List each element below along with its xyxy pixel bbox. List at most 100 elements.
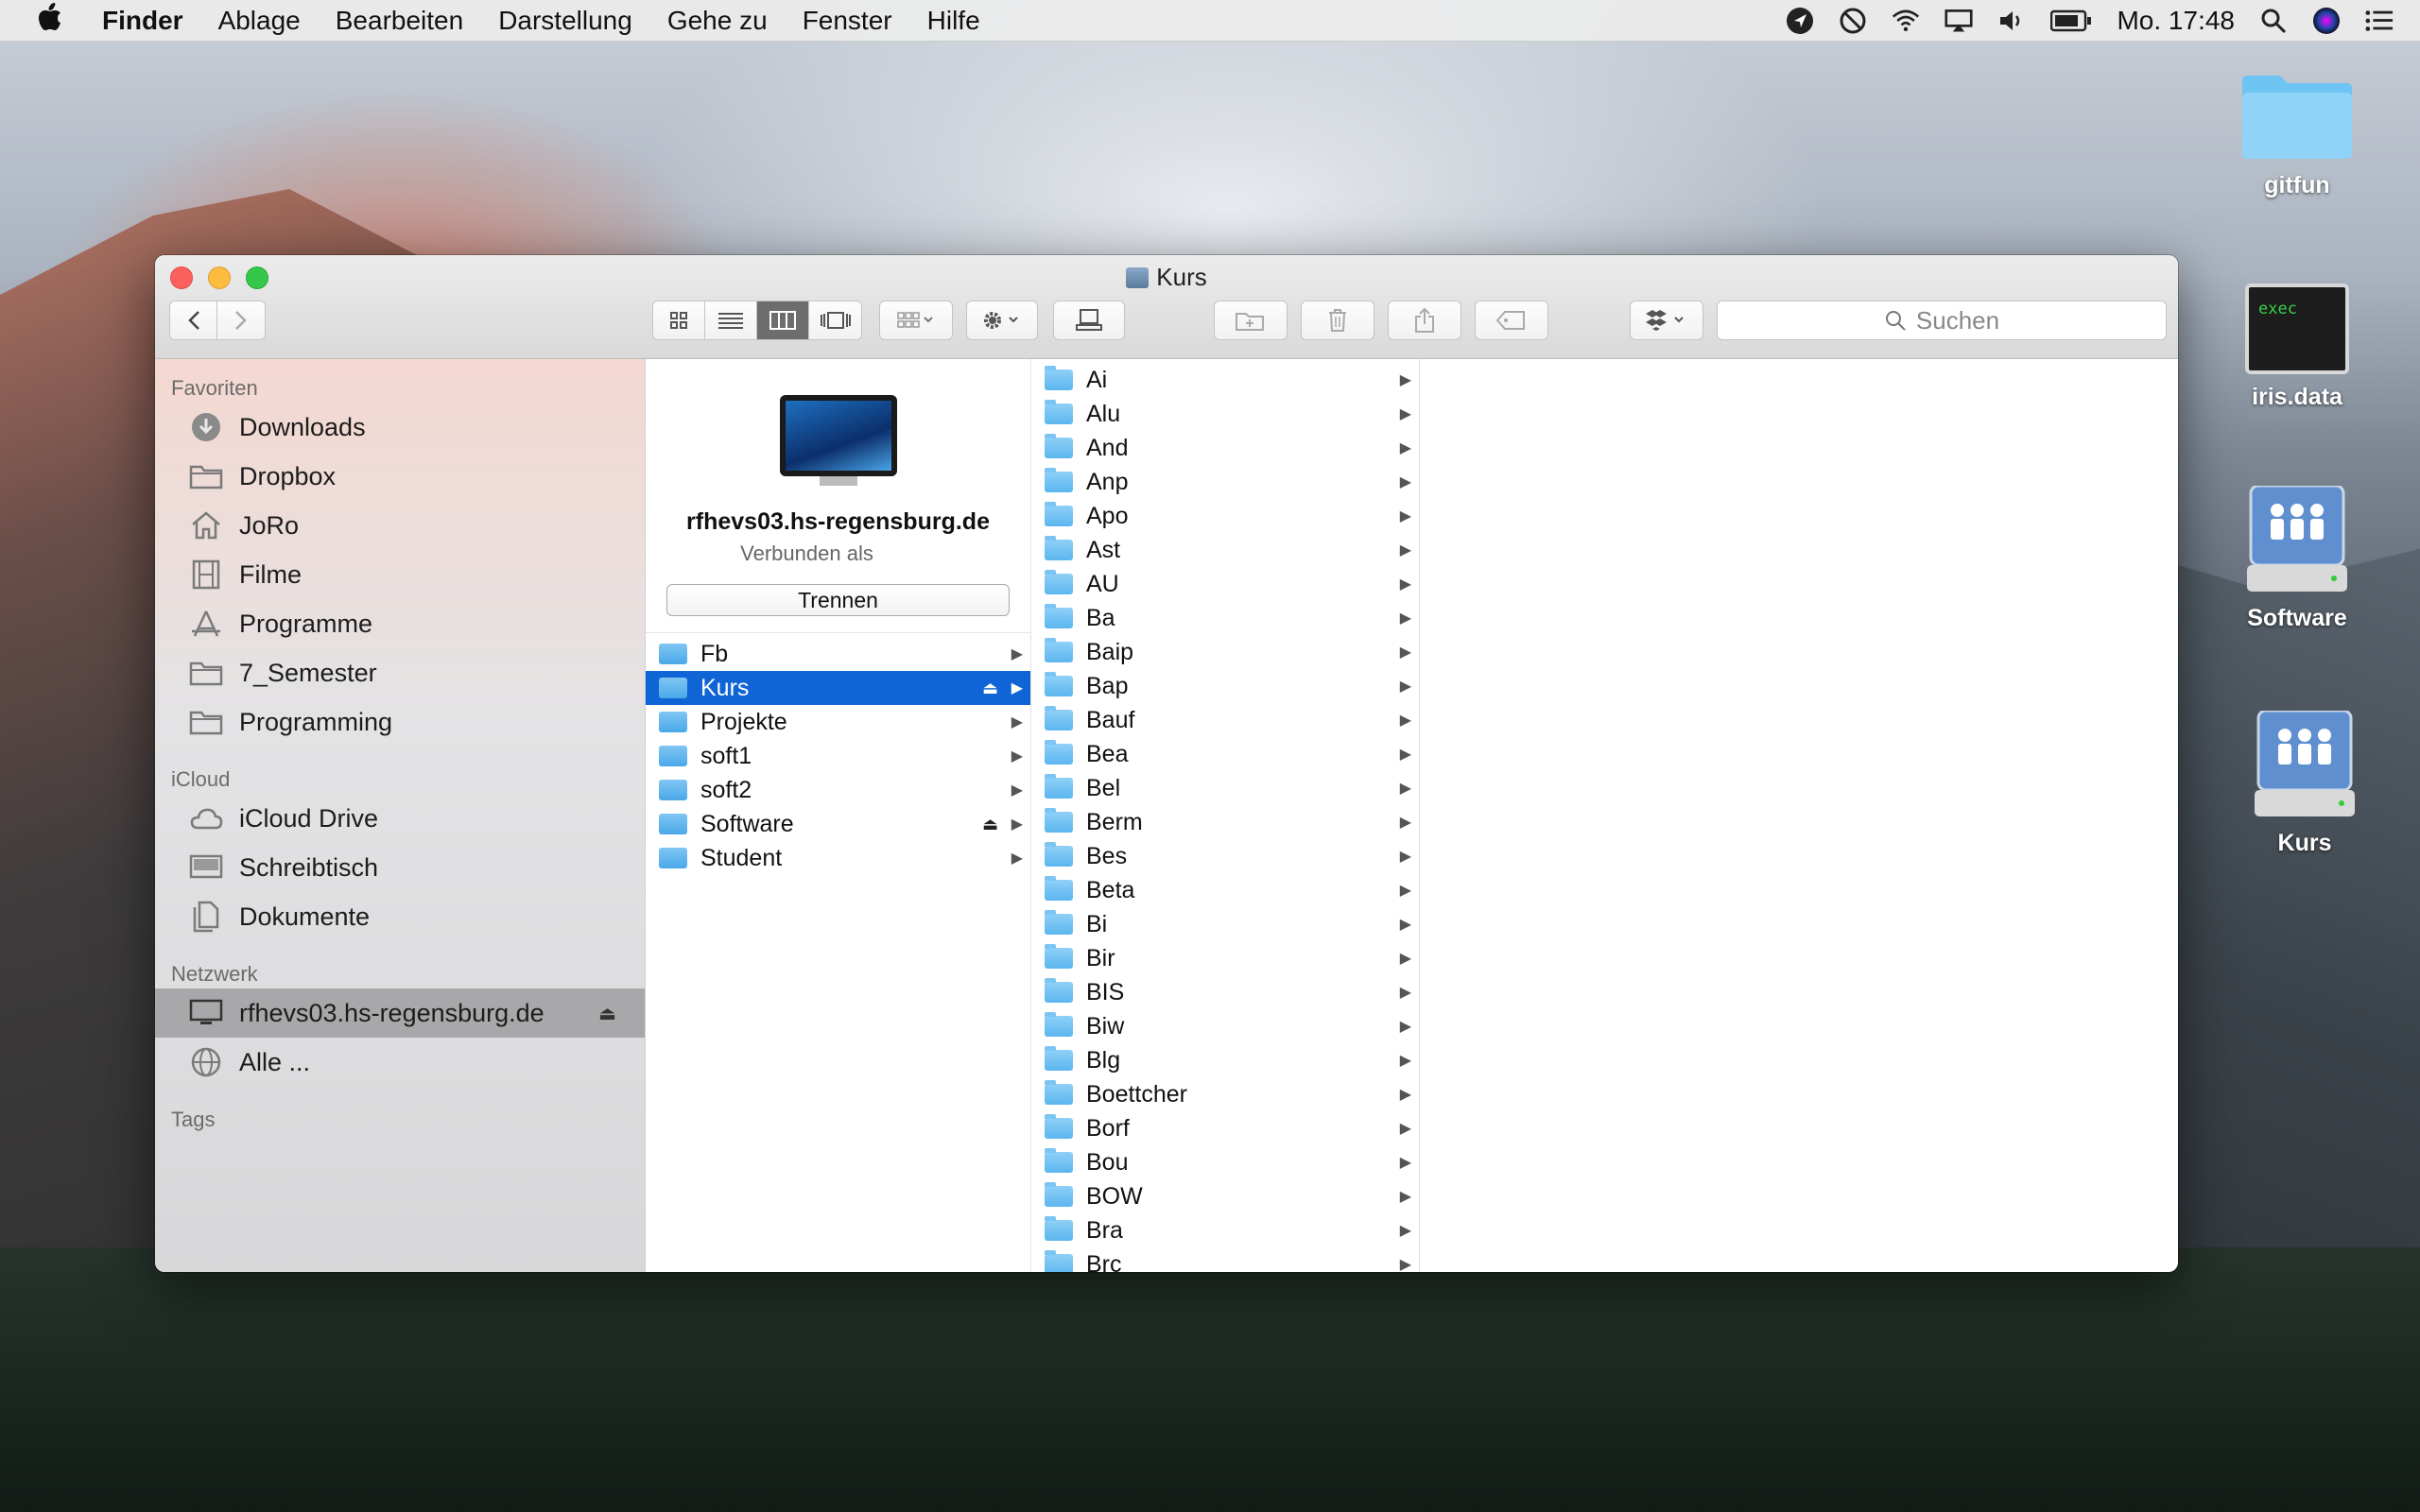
folder-row-alu[interactable]: Alu ▶ (1031, 397, 1419, 431)
cover-flow-button[interactable] (809, 301, 861, 339)
trash-button[interactable] (1301, 301, 1374, 340)
folder-row-bi[interactable]: Bi ▶ (1031, 907, 1419, 941)
notification-center-icon[interactable] (2365, 7, 2394, 35)
menu-finder[interactable]: Finder (102, 6, 183, 36)
menu-bearbeiten[interactable]: Bearbeiten (336, 6, 463, 36)
tag-button[interactable] (1475, 301, 1548, 340)
folder-row-biw[interactable]: Biw ▶ (1031, 1009, 1419, 1043)
menubar-clock[interactable]: Mo. 17:48 (2117, 6, 2235, 36)
sidebar-item-filme[interactable]: Filme (155, 550, 645, 599)
folder-row-beta[interactable]: Beta ▶ (1031, 873, 1419, 907)
sidebar-item-schreibtisch[interactable]: Schreibtisch (155, 843, 645, 892)
airplay-icon[interactable] (1945, 7, 1974, 35)
folder-row-bel[interactable]: Bel ▶ (1031, 771, 1419, 805)
folder-icon (1045, 774, 1073, 799)
eject-icon[interactable]: ⏏ (982, 679, 998, 698)
sidebar-item-label: Programming (239, 707, 393, 736)
menu-ablage[interactable]: Ablage (218, 6, 301, 36)
desktop-icon-kurs[interactable]: Kurs (2220, 709, 2390, 857)
icon-view-button[interactable] (653, 301, 705, 339)
folder-row-bow[interactable]: BOW ▶ (1031, 1179, 1419, 1213)
sidebar-item-downloads[interactable]: Downloads (155, 403, 645, 452)
sidebar-item-dropbox[interactable]: Dropbox (155, 452, 645, 501)
forward-button[interactable] (217, 301, 265, 339)
sidebar-item-alle[interactable]: Alle ... (155, 1038, 645, 1087)
sidebar-item-dokumente[interactable]: Dokumente (155, 892, 645, 941)
action-menu-button[interactable] (966, 301, 1038, 340)
folder-row-label: Bra (1086, 1216, 1123, 1244)
eject-icon[interactable]: ⏏ (982, 815, 998, 834)
share-row-fb[interactable]: Fb ▶ (646, 637, 1030, 671)
share-row-projekte[interactable]: Projekte ▶ (646, 705, 1030, 739)
folder-row-brc[interactable]: Brc ▶ (1031, 1247, 1419, 1272)
sidebar-item-programming[interactable]: Programming (155, 697, 645, 747)
desktop-icon-iris-data[interactable]: exec iris.data (2212, 284, 2382, 411)
folder-row-borf[interactable]: Borf ▶ (1031, 1111, 1419, 1145)
folder-row-bis[interactable]: BIS ▶ (1031, 975, 1419, 1009)
eject-icon[interactable]: ⏏ (598, 1002, 616, 1025)
dropbox-button[interactable] (1630, 301, 1703, 340)
folder-icon (1045, 808, 1073, 833)
folder-row-bra[interactable]: Bra ▶ (1031, 1213, 1419, 1247)
desktop-icon-gitfun[interactable]: gitfun (2212, 68, 2382, 199)
arrange-button[interactable] (879, 301, 953, 340)
sidebar-item-icloud-drive[interactable]: iCloud Drive (155, 794, 645, 843)
folder-row-boettcher[interactable]: Boettcher ▶ (1031, 1077, 1419, 1111)
column-view-button[interactable] (757, 301, 809, 339)
share-row-soft1[interactable]: soft1 ▶ (646, 739, 1030, 773)
folder-row-baip[interactable]: Baip ▶ (1031, 635, 1419, 669)
folder-row-bes[interactable]: Bes ▶ (1031, 839, 1419, 873)
menu-gehe-zu[interactable]: Gehe zu (667, 6, 768, 36)
window-title-text: Kurs (1156, 263, 1207, 291)
view-mode-control (652, 301, 862, 340)
share-row-kurs[interactable]: Kurs ⏏ ▶ (646, 671, 1030, 705)
folder-row-apo[interactable]: Apo ▶ (1031, 499, 1419, 533)
folder-row-ai[interactable]: Ai ▶ (1031, 363, 1419, 397)
menu-darstellung[interactable]: Darstellung (498, 6, 632, 36)
share-row-software[interactable]: Software ⏏ ▶ (646, 807, 1030, 841)
sidebar-item-programme[interactable]: Programme (155, 599, 645, 648)
folder-row-blg[interactable]: Blg ▶ (1031, 1043, 1419, 1077)
share-row-soft2[interactable]: soft2 ▶ (646, 773, 1030, 807)
battery-icon[interactable] (2050, 7, 2092, 35)
trash-icon (1329, 309, 1346, 332)
folder-row-ba[interactable]: Ba ▶ (1031, 601, 1419, 635)
location-icon[interactable] (1786, 7, 1814, 35)
sidebar-item-7-semester[interactable]: 7_Semester (155, 648, 645, 697)
apple-menu-icon[interactable] (38, 2, 76, 39)
folder-row-bou[interactable]: Bou ▶ (1031, 1145, 1419, 1179)
new-folder-button[interactable] (1214, 301, 1288, 340)
do-not-disturb-icon[interactable] (1839, 7, 1867, 35)
exec-badge: exec (2258, 300, 2297, 318)
share-row-student[interactable]: Student ▶ (646, 841, 1030, 875)
spotlight-search-icon[interactable] (2259, 7, 2288, 35)
sidebar-item-rfhevs03[interactable]: rfhevs03.hs-regensburg.de ⏏ (155, 988, 645, 1038)
back-button[interactable] (170, 301, 217, 339)
folder-row-ast[interactable]: Ast ▶ (1031, 533, 1419, 567)
sidebar-item-joro[interactable]: JoRo (155, 501, 645, 550)
search-field[interactable]: Suchen (1717, 301, 2167, 340)
volume-icon[interactable] (1997, 7, 2026, 35)
folder-row-label: BIS (1086, 978, 1125, 1005)
folder-row-and[interactable]: And ▶ (1031, 431, 1419, 465)
folder-row-au[interactable]: AU ▶ (1031, 567, 1419, 601)
disclosure-arrow-icon: ▶ (1399, 1019, 1411, 1035)
connect-server-button[interactable] (1053, 301, 1125, 340)
folder-row-anp[interactable]: Anp ▶ (1031, 465, 1419, 499)
folder-row-bir[interactable]: Bir ▶ (1031, 941, 1419, 975)
folder-row-bauf[interactable]: Bauf ▶ (1031, 703, 1419, 737)
network-volume-icon (1126, 267, 1150, 288)
share-button[interactable] (1388, 301, 1461, 340)
menu-hilfe[interactable]: Hilfe (927, 6, 980, 36)
disconnect-button[interactable]: Trennen (666, 584, 1010, 616)
folder-row-berm[interactable]: Berm ▶ (1031, 805, 1419, 839)
folder-row-bea[interactable]: Bea ▶ (1031, 737, 1419, 771)
folder-row-label: Boettcher (1086, 1080, 1188, 1108)
sidebar-heading-favoriten: Favoriten (171, 376, 258, 400)
menu-fenster[interactable]: Fenster (803, 6, 892, 36)
wifi-icon[interactable] (1892, 7, 1920, 35)
desktop-icon-software[interactable]: Software (2212, 484, 2382, 632)
list-view-button[interactable] (705, 301, 757, 339)
folder-row-bap[interactable]: Bap ▶ (1031, 669, 1419, 703)
siri-icon[interactable] (2312, 7, 2341, 35)
